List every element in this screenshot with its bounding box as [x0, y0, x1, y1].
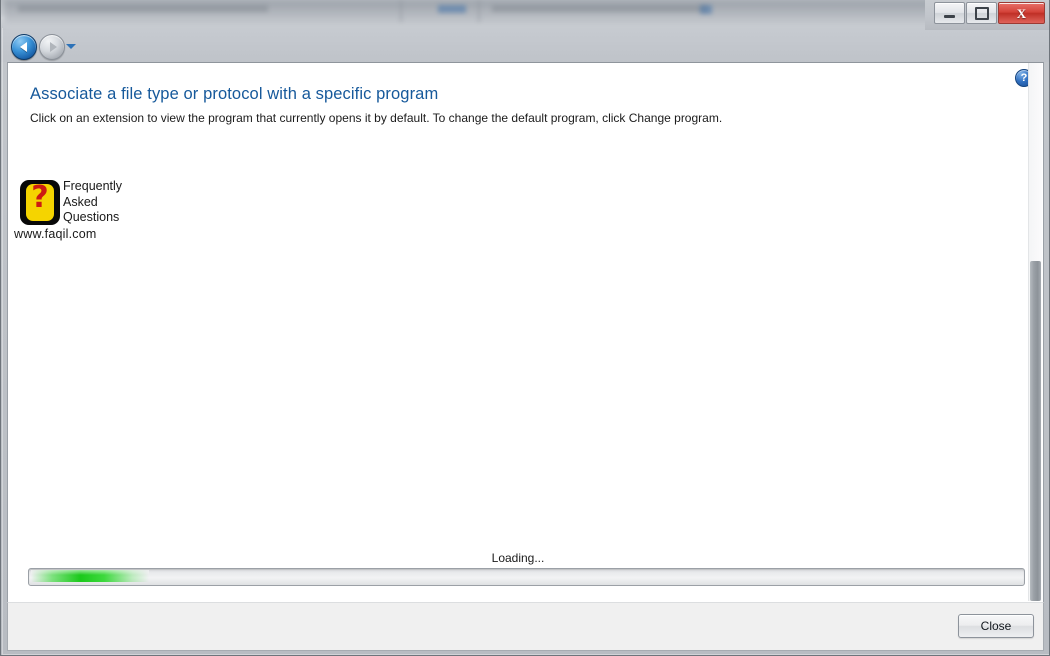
minimize-button[interactable]	[934, 2, 965, 24]
footer-bar: Close	[7, 602, 1044, 651]
maximize-restore-button[interactable]	[966, 2, 997, 24]
faq-text-line-2: Asked	[63, 194, 98, 209]
loading-progress-bar	[28, 568, 1025, 586]
close-button[interactable]: Close	[958, 614, 1034, 638]
faq-watermark-url: www.faqil.com	[14, 227, 97, 241]
navigation-bar: ▸ Control Panel ▸ All Control Panel Item…	[0, 30, 1050, 89]
close-window-button[interactable]: X	[998, 2, 1045, 24]
title-bar-ghost-divider	[400, 0, 402, 22]
faq-text-line-3: Questions	[63, 210, 120, 224]
recent-pages-dropdown-icon[interactable]	[66, 44, 76, 49]
faq-watermark: ? Frequently Asked Questions www.faqil.c…	[13, 179, 135, 249]
arrow-left-icon	[19, 42, 27, 52]
content-panel: ? Associate a file type or protocol with…	[7, 62, 1044, 604]
forward-button[interactable]	[39, 34, 65, 60]
back-button[interactable]	[11, 34, 37, 60]
title-bar-ghost-accent	[700, 5, 712, 14]
title-bar-ghost-text	[18, 5, 268, 12]
minimize-icon	[944, 15, 955, 18]
vertical-scrollbar[interactable]	[1028, 63, 1043, 601]
progress-bar-fill	[31, 570, 149, 582]
close-icon: X	[1016, 5, 1027, 21]
arrow-right-icon	[49, 42, 57, 52]
control-panel-window: X ▸ Control Panel ▸ All Control Panel It…	[0, 0, 1050, 656]
faq-question-mark-icon: ?	[20, 180, 60, 225]
page-description: Click on an extension to view the progra…	[30, 111, 723, 125]
page-title: Associate a file type or protocol with a…	[30, 85, 439, 103]
loading-label: Loading...	[491, 551, 545, 565]
title-bar-ghost-text	[492, 5, 707, 12]
faq-icon-glyph: ?	[31, 180, 49, 215]
faq-text-line-1: Frequently	[63, 179, 123, 193]
restore-icon	[974, 6, 989, 20]
window-controls: X	[934, 2, 1045, 24]
scrollbar-thumb[interactable]	[1030, 261, 1041, 601]
title-bar-ghost-divider	[478, 0, 480, 22]
faq-watermark-text: Frequently Asked Questions	[63, 179, 122, 226]
title-bar-ghost-accent	[438, 5, 466, 13]
title-bar: X	[0, 0, 1050, 30]
